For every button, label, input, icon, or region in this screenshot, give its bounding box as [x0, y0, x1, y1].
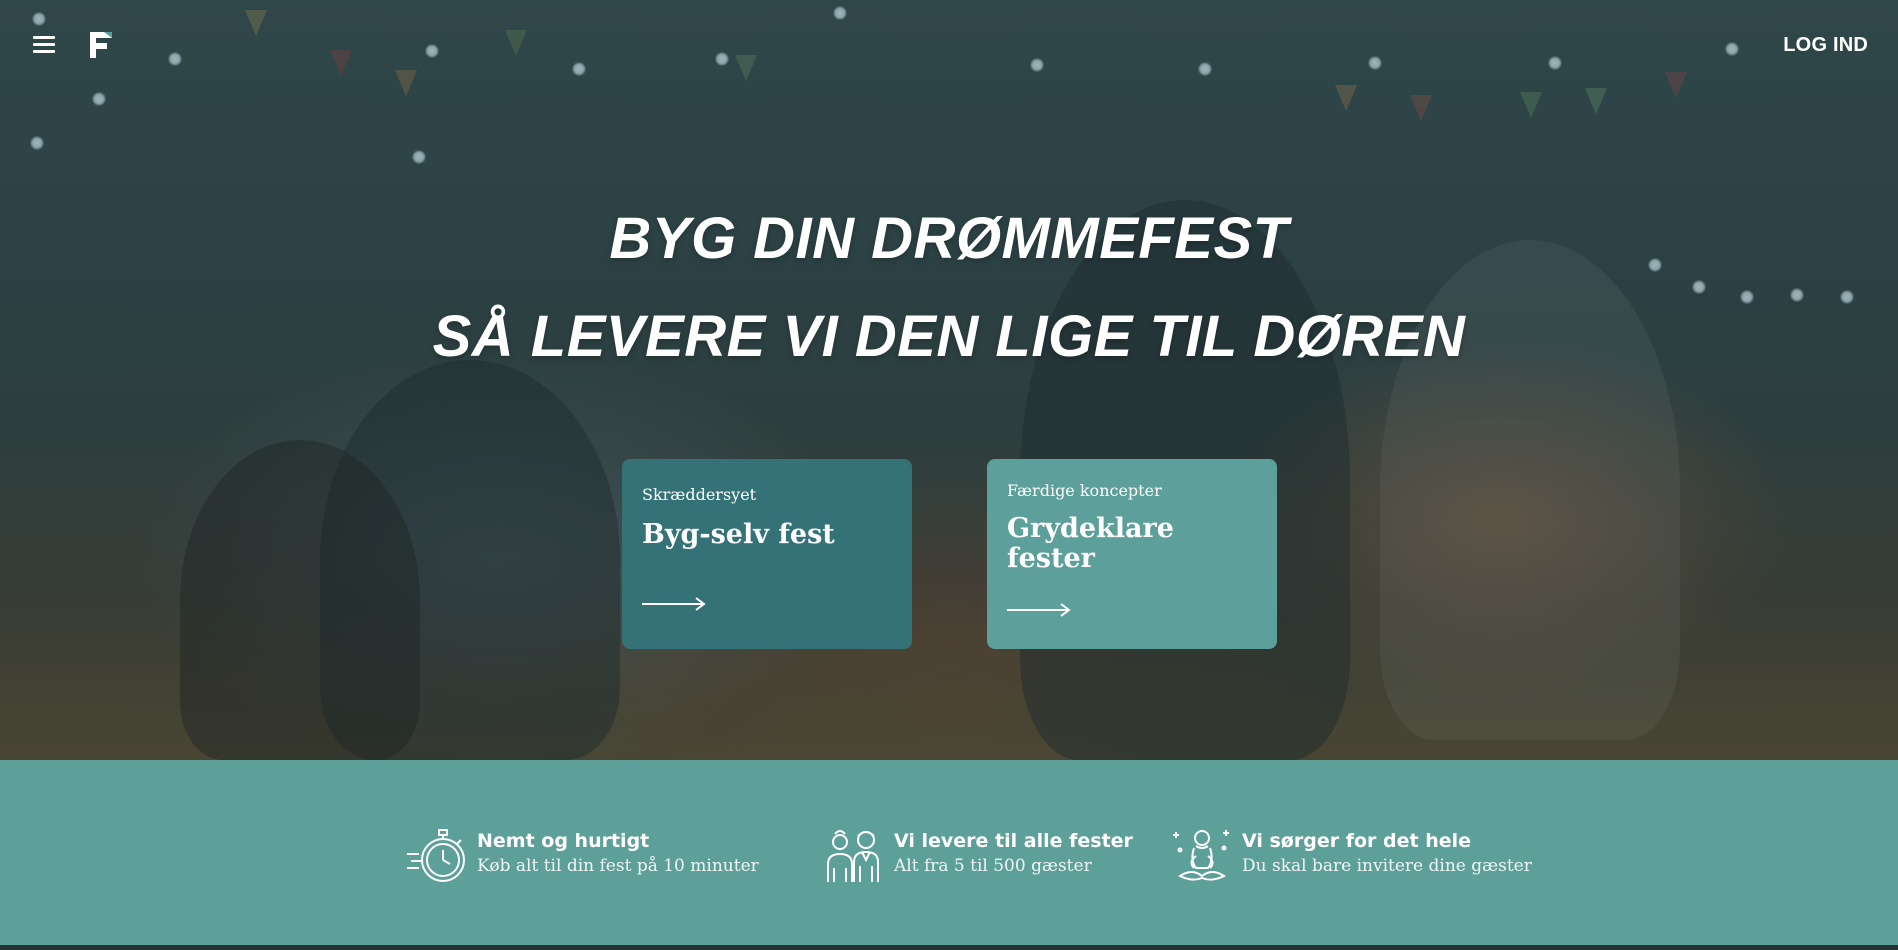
feature-text: Nemt og hurtigt Køb alt til din fest på …: [477, 824, 759, 876]
hero-overlay: [0, 0, 1898, 760]
feature-nemt-og-hurtigt: Nemt og hurtigt Køb alt til din fest på …: [405, 824, 759, 886]
arrow-right-icon: [642, 597, 706, 611]
feature-title: Vi levere til alle fester: [894, 830, 1133, 852]
features-band: Nemt og hurtigt Køb alt til din fest på …: [0, 760, 1898, 945]
menu-line: [33, 50, 55, 53]
card-grydeklare-fester[interactable]: Færdige koncepter Grydeklare fester: [987, 459, 1277, 649]
hero-banner: [0, 0, 1898, 760]
f-logo-icon[interactable]: [88, 30, 114, 60]
card-title: Grydeklare fester: [1007, 513, 1174, 574]
feature-text: Vi levere til alle fester Alt fra 5 til …: [894, 824, 1133, 876]
feature-text: Vi sørger for det hele Du skal bare invi…: [1242, 824, 1532, 876]
menu-line: [33, 36, 55, 39]
feature-title: Vi sørger for det hele: [1242, 830, 1472, 852]
card-subtitle: Skræddersyet: [642, 485, 757, 504]
login-link[interactable]: LOG IND: [1783, 34, 1868, 57]
hero-headline-line2: SÅ LEVERE VI DEN LIGE TIL DØREN: [432, 304, 1466, 369]
feature-description: Alt fra 5 til 500 gæster: [894, 856, 1092, 876]
feature-title: Nemt og hurtigt: [477, 830, 650, 852]
feature-description: Du skal bare invitere dine gæster: [1242, 856, 1532, 876]
people-icon: [827, 830, 879, 882]
arrow-right-icon: [1007, 603, 1071, 617]
card-subtitle: Færdige koncepter: [1007, 481, 1162, 500]
card-byg-selv-fest[interactable]: Skræddersyet Byg-selv fest: [622, 459, 912, 649]
feature-det-hele: Vi sørger for det hele Du skal bare invi…: [1170, 824, 1532, 886]
stopwatch-icon: [407, 829, 465, 882]
hamburger-menu-icon[interactable]: [33, 36, 57, 56]
hero-headline-line1: BYG DIN DRØMMEFEST: [609, 206, 1289, 271]
footer-strip: [0, 945, 1898, 950]
meditation-icon: [1173, 830, 1229, 881]
feature-description: Køb alt til din fest på 10 minuter: [477, 856, 759, 876]
card-title: Byg-selv fest: [642, 519, 835, 550]
menu-line: [33, 43, 55, 46]
feature-alle-fester: Vi levere til alle fester Alt fra 5 til …: [822, 824, 1133, 886]
